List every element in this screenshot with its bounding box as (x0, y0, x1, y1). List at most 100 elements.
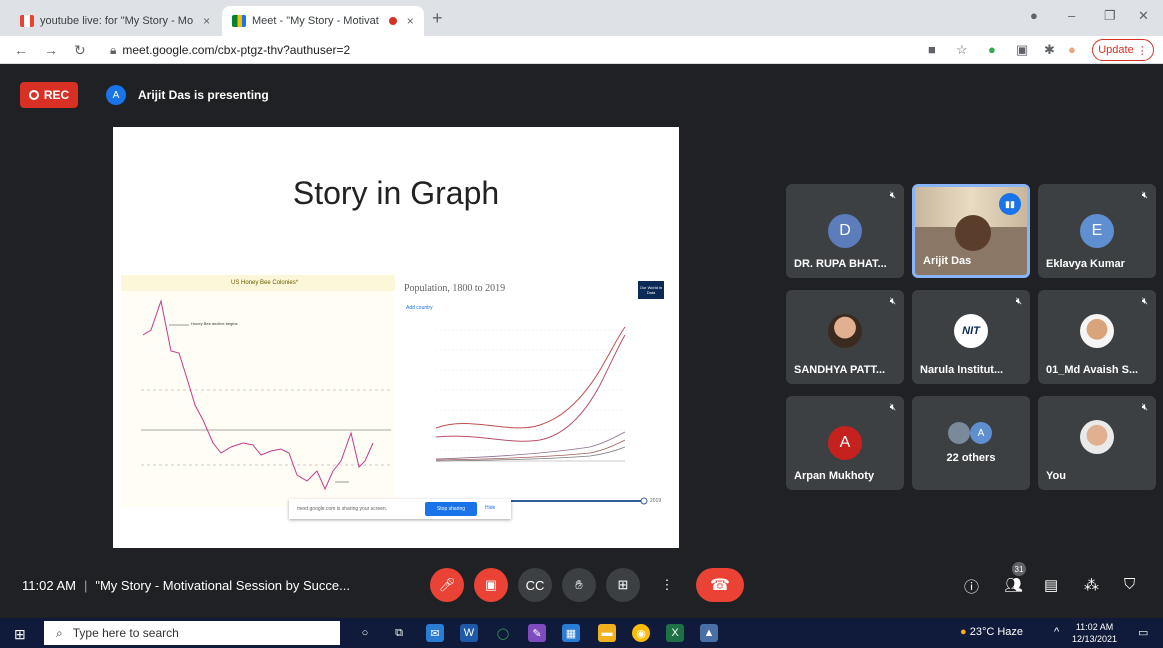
meeting-info: 11:02 AM | "My Story - Motivational Sessio… (22, 578, 350, 593)
population-line-chart (435, 326, 648, 505)
record-icon (28, 90, 39, 100)
avatar: A (106, 85, 126, 105)
word-icon[interactable]: W (460, 624, 478, 642)
recording-indicator-icon (388, 17, 397, 25)
mail-icon[interactable]: ✉ (426, 624, 444, 642)
weather-widget[interactable]: ● 23°C Haze (960, 626, 1023, 638)
cortana-icon[interactable]: ○ (356, 624, 374, 642)
close-tab-icon[interactable]: × (407, 14, 414, 28)
meeting-details-icon[interactable]: ⓘ (964, 576, 979, 597)
participant-tile[interactable]: 🔇︎ 01_Md Avaish S... (1038, 290, 1156, 384)
participant-tile[interactable]: 🔇︎ NIT Narula Institut... (912, 290, 1030, 384)
new-tab-button[interactable]: + (432, 8, 443, 29)
speaking-indicator-icon: ▮▮ (999, 193, 1021, 215)
avatar: D (828, 214, 862, 248)
activities-icon[interactable]: ⁂ (1084, 576, 1099, 594)
address-bar: ← → ↻ 🔒︎ meet.google.com/cbx-ptgz-thv?aut… (0, 36, 1163, 64)
participant-count-badge: 31 (1012, 562, 1026, 576)
avatar: E (1080, 214, 1114, 248)
taskbar-clock[interactable]: 11:02 AM 12/13/2021 (1072, 621, 1117, 645)
self-tile[interactable]: 🔇︎ You (1038, 396, 1156, 490)
avatar (1080, 314, 1114, 348)
camera-icon[interactable]: ■ (928, 42, 936, 57)
notifications-icon[interactable]: ▭ (1138, 626, 1148, 639)
presentation-slide: Story in Graph US Honey Bee Colonies* Ho… (113, 127, 679, 548)
file-explorer-icon[interactable]: ▬ (598, 624, 616, 642)
gmail-icon (20, 15, 34, 27)
captions-button[interactable]: CC (518, 568, 552, 602)
meeting-controls-bar: 11:02 AM | "My Story - Motivational Sessio… (0, 552, 1163, 618)
meeting-time: 11:02 AM (22, 578, 76, 593)
close-tab-icon[interactable]: × (203, 14, 210, 28)
bookmark-star-icon[interactable]: ☆ (956, 42, 968, 58)
mic-off-button[interactable]: 🎤︎ (430, 568, 464, 602)
url-field[interactable]: 🔒︎ meet.google.com/cbx-ptgz-thv?authuser=… (110, 43, 350, 58)
participant-tile[interactable]: 🔇︎ E Eklavya Kumar (1038, 184, 1156, 278)
participant-tile-active-speaker[interactable]: ▮▮ Arijit Das (912, 184, 1030, 278)
mic-off-icon: 🔇︎ (889, 296, 896, 307)
avatar (828, 314, 862, 348)
forward-icon[interactable]: → (44, 42, 58, 58)
more-options-button[interactable]: ⋮ (650, 568, 684, 602)
mic-off-icon: 🔇︎ (1141, 402, 1148, 413)
host-controls-icon[interactable]: ⛉ (1124, 576, 1135, 593)
profile-icon[interactable]: ● (1030, 8, 1038, 23)
extension-icon[interactable]: ▣ (1016, 42, 1028, 58)
others-tile[interactable]: A 22 others (912, 396, 1030, 490)
app-icon[interactable]: ◯ (494, 624, 512, 642)
paint-icon[interactable]: ✎ (528, 624, 546, 642)
avatar (1080, 420, 1114, 454)
raise-hand-button[interactable]: ✋︎ (562, 568, 596, 602)
stop-sharing-button[interactable]: Stop sharing (425, 502, 477, 516)
minimize-icon[interactable]: – (1068, 8, 1075, 23)
avatar[interactable]: ● (1068, 42, 1076, 57)
leave-call-button[interactable]: ☎︎ (696, 568, 744, 602)
store-icon[interactable]: ▦ (562, 624, 580, 642)
tab-label: youtube live: for "My Story - Mo (40, 15, 194, 27)
windows-start-icon[interactable]: ⊞ (14, 626, 26, 643)
mic-off-icon: 🔇︎ (1141, 190, 1148, 201)
avatar: A (970, 422, 992, 444)
tab-meet[interactable]: Meet - "My Story - Motivat × (222, 6, 424, 36)
photos-icon[interactable]: ▲ (700, 624, 718, 642)
taskbar-search-input[interactable]: ⌕ Type here to search (44, 621, 340, 645)
recording-badge: REC (20, 82, 78, 108)
participant-tile[interactable]: 🔇︎ SANDHYA PATT... (786, 290, 904, 384)
mic-off-icon: 🔇︎ (889, 402, 896, 413)
extension-icon[interactable]: ● (988, 42, 996, 57)
excel-icon[interactable]: X (666, 624, 684, 642)
timeline-end-label: 2019 (650, 498, 662, 504)
restore-icon[interactable]: ❐ (1104, 8, 1116, 24)
honey-bee-chart: US Honey Bee Colonies* Honey Bee decline… (121, 275, 395, 507)
task-view-icon[interactable]: ⧉ (390, 624, 408, 642)
present-button[interactable]: ⊞ (606, 568, 640, 602)
avatar (948, 422, 970, 444)
participant-video (955, 215, 991, 251)
chart-annotation: Honey Bee decline begins (191, 321, 238, 326)
close-window-icon[interactable]: ✕ (1138, 8, 1149, 24)
search-icon: ⌕ (56, 625, 63, 640)
back-icon[interactable]: ← (14, 42, 28, 58)
camera-off-button[interactable]: ▣ (474, 568, 508, 602)
nit-logo: NIT (954, 314, 988, 348)
reload-icon[interactable]: ↻ (74, 42, 86, 59)
extensions-puzzle-icon[interactable]: ✱ (1044, 42, 1055, 58)
meeting-title: "My Story - Motivational Session by Succ… (95, 578, 350, 593)
chat-icon[interactable]: ▤ (1044, 576, 1058, 594)
hide-button[interactable]: Hide (485, 505, 495, 511)
people-icon[interactable]: 👥︎ (1004, 576, 1023, 594)
honey-bee-line-chart (141, 299, 391, 491)
mic-off-icon: 🔇︎ (889, 190, 896, 201)
tray-expand-icon[interactable]: ^ (1054, 626, 1059, 638)
meet-stage: REC A Arijit Das is presenting Story in … (0, 64, 1163, 618)
lock-icon: 🔒︎ (110, 43, 117, 57)
tab-youtube[interactable]: youtube live: for "My Story - Mo × (10, 6, 220, 36)
update-button[interactable]: Update ⋮ (1092, 39, 1154, 61)
participant-tile[interactable]: 🔇︎ D DR. RUPA BHAT... (786, 184, 904, 278)
mic-off-icon: 🔇︎ (1141, 296, 1148, 307)
chrome-icon[interactable]: ◉ (632, 624, 650, 642)
screen-share-bar: meet.google.com is sharing your screen. … (289, 499, 511, 519)
participant-tile[interactable]: 🔇︎ A Arpan Mukhoty (786, 396, 904, 490)
population-chart: Population, 1800 to 2019 Our World in Da… (400, 275, 672, 507)
mic-off-icon: 🔇︎ (1015, 296, 1022, 307)
